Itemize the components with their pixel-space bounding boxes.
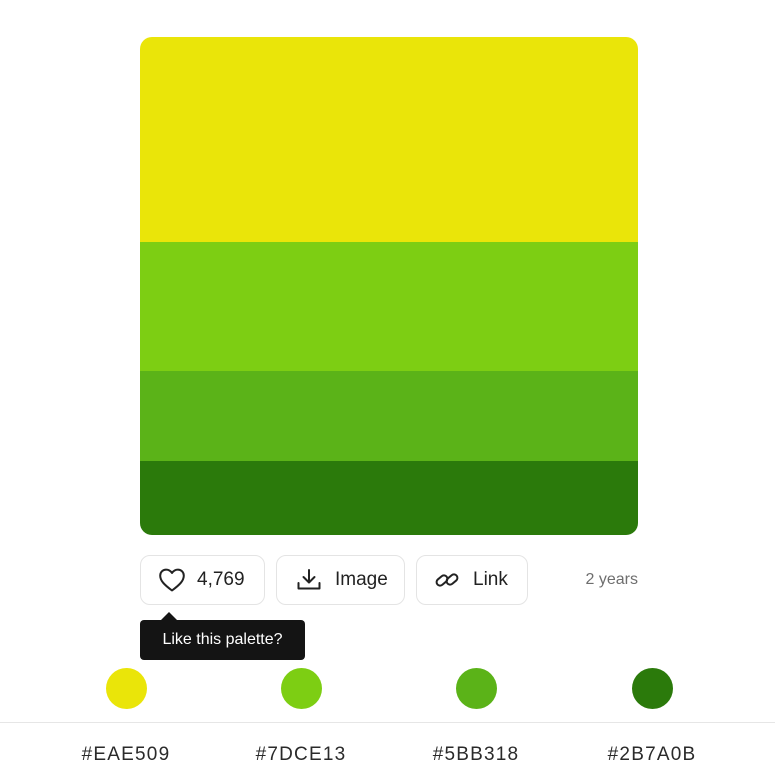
link-icon	[435, 573, 459, 587]
color-dot-3[interactable]	[456, 668, 497, 709]
like-button[interactable]: 4,769	[140, 555, 265, 605]
heart-icon	[159, 568, 185, 592]
palette-age: 2 years	[585, 571, 638, 588]
copy-link-label: Link	[473, 569, 508, 590]
swatch-band-4[interactable]	[140, 461, 638, 535]
palette-page: 4,769 Image Link 2 years Like this palet…	[0, 0, 775, 782]
color-dots	[0, 668, 775, 710]
download-image-button[interactable]: Image	[276, 555, 405, 605]
copy-link-button[interactable]: Link	[416, 555, 528, 605]
swatch-band-1[interactable]	[140, 37, 638, 242]
swatch-band-3[interactable]	[140, 371, 638, 461]
download-icon	[297, 569, 321, 590]
hex-codes: #EAE509 #7DCE13 #5BB318 #2B7A0B	[0, 744, 775, 770]
hex-code-4[interactable]: #2B7A0B	[564, 744, 740, 766]
swatch-band-2[interactable]	[140, 242, 638, 371]
hex-code-2[interactable]: #7DCE13	[213, 744, 389, 766]
color-dot-2[interactable]	[281, 668, 322, 709]
download-image-label: Image	[335, 569, 388, 590]
hex-code-3[interactable]: #5BB318	[388, 744, 564, 766]
palette-preview[interactable]	[140, 37, 638, 535]
like-count: 4,769	[197, 569, 245, 590]
like-tooltip: Like this palette?	[140, 620, 305, 660]
hex-code-1[interactable]: #EAE509	[38, 744, 214, 766]
palette-actions: 4,769 Image Link 2 years	[140, 555, 638, 605]
tooltip-text: Like this palette?	[162, 631, 283, 648]
color-dot-4[interactable]	[632, 668, 673, 709]
color-dot-1[interactable]	[106, 668, 147, 709]
divider	[0, 722, 775, 723]
